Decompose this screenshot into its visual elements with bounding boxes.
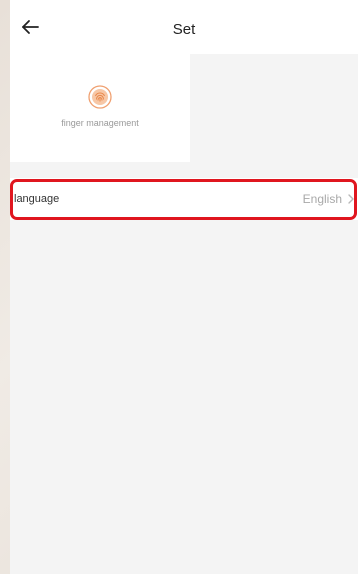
arrow-left-icon [22, 20, 39, 34]
tile-label: finger management [61, 118, 139, 128]
chevron-right-icon [348, 194, 354, 204]
language-value: English [302, 192, 342, 206]
page-title: Set [172, 21, 196, 38]
fingerprint-icon [88, 85, 112, 109]
settings-screen: Set finger management language English [10, 0, 358, 574]
top-bar: Set [10, 0, 358, 54]
language-setting-row[interactable]: language English [10, 178, 358, 220]
finger-management-tile[interactable]: finger management [10, 54, 190, 162]
language-label: language [14, 193, 60, 205]
back-button[interactable] [18, 14, 44, 40]
feature-grid: finger management [10, 54, 358, 162]
